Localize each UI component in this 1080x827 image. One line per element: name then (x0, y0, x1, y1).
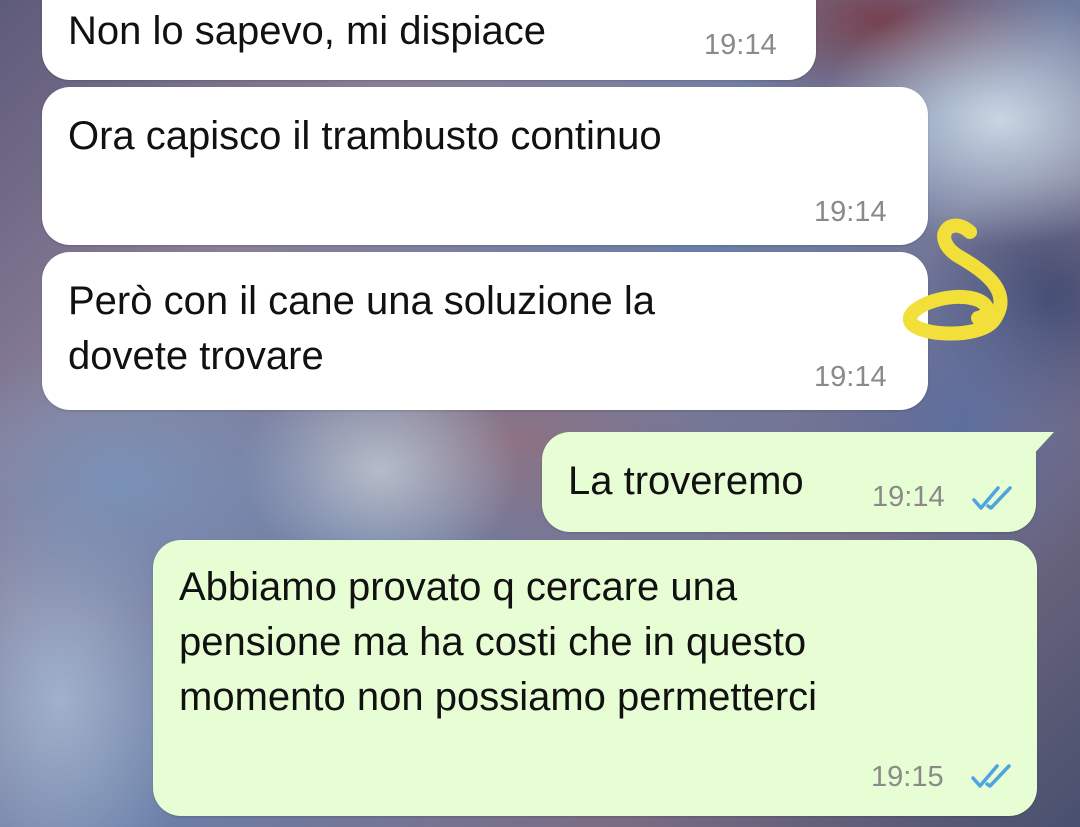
message-timestamp: 19:14 (872, 481, 945, 513)
message-bubble-incoming[interactable]: Però con il cane una soluzione la dovete… (42, 252, 928, 410)
message-text: Abbiamo provato q cercare una pensione m… (179, 565, 818, 719)
message-bubble-outgoing[interactable]: La troveremo 19:14 (542, 432, 1054, 532)
message-bubble-incoming[interactable]: Non lo sapevo, mi dispiace 19:14 (42, 0, 816, 80)
bubble-tail (1030, 432, 1054, 458)
yellow-8-doodle-icon (903, 218, 1008, 341)
message-text: Però con il cane una soluzione la dovete… (68, 279, 656, 378)
message-timestamp: 19:14 (814, 196, 887, 228)
message-text: Non lo sapevo, mi dispiace (68, 9, 547, 53)
message-timestamp: 19:14 (814, 361, 887, 393)
message-bubble-incoming[interactable]: Ora capisco il trambusto continuo 19:14 (42, 87, 928, 245)
message-text: La troveremo (568, 459, 804, 503)
message-text: Ora capisco il trambusto continuo (68, 114, 662, 158)
double-check-icon (971, 764, 1011, 788)
message-timestamp: 19:15 (871, 761, 944, 793)
message-bubble-outgoing[interactable]: Abbiamo provato q cercare una pensione m… (153, 540, 1037, 816)
message-timestamp: 19:14 (704, 29, 777, 61)
double-check-icon (972, 486, 1012, 510)
